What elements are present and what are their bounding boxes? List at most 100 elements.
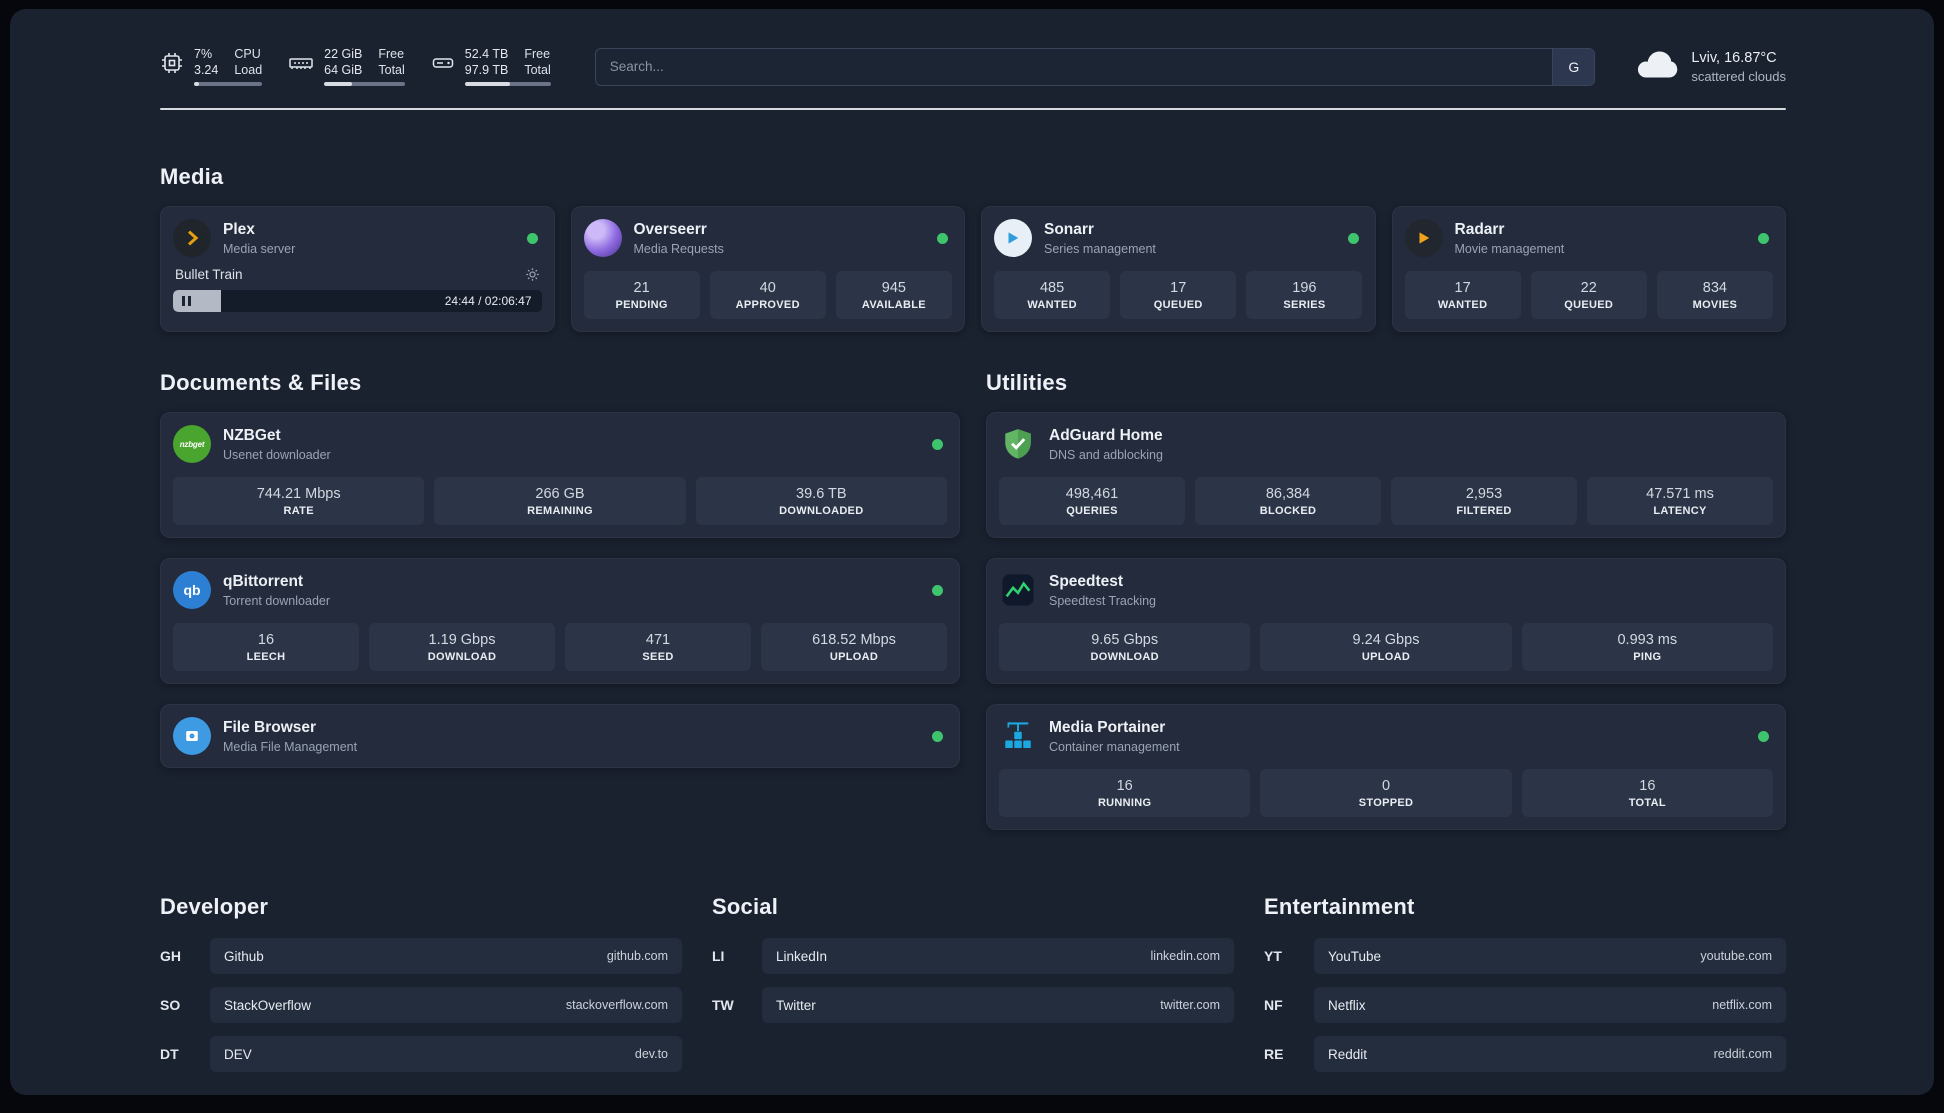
nzbget-icon: nzbget xyxy=(173,425,211,463)
qbittorrent-icon-text: qb xyxy=(183,582,201,598)
stat-label: WANTED xyxy=(1027,298,1077,311)
app-name: NZBGet xyxy=(223,426,281,444)
bookmark: SO StackOverflow stackoverflow.com xyxy=(160,987,682,1023)
bookmark-link-reddit[interactable]: Reddit reddit.com xyxy=(1314,1036,1786,1072)
stat-tile: 485 WANTED xyxy=(994,271,1111,319)
stat-tile: 498,461 QUERIES xyxy=(999,477,1185,525)
weather-widget: Lviv, 16.87°C scattered clouds xyxy=(1635,49,1786,84)
stat-value: 16 xyxy=(1116,777,1133,794)
cpu-percent: 7% xyxy=(194,47,213,61)
app-subtitle: Usenet downloader xyxy=(223,447,331,462)
bookmark-name: DEV xyxy=(224,1046,252,1062)
gear-icon[interactable] xyxy=(525,267,540,282)
stat-label: UPLOAD xyxy=(1361,650,1411,663)
stat-value: 86,384 xyxy=(1265,485,1311,502)
adguard-card[interactable]: AdGuard Home DNS and adblocking 498,461 … xyxy=(986,412,1786,538)
ram-total-value: 64 GiB xyxy=(324,63,363,77)
bookmark: NF Netflix netflix.com xyxy=(1264,987,1786,1023)
stat-label: LEECH xyxy=(246,650,286,663)
overseerr-card[interactable]: Overseerr Media Requests 21 PENDING 40 A… xyxy=(570,206,965,332)
app-name: Plex xyxy=(223,220,255,238)
top-bar: 7% CPU 3.24 Load 22 GiB Free 64 GiB Tota… xyxy=(160,47,1786,86)
bookmark-url: reddit.com xyxy=(1713,1047,1772,1061)
stat-label: QUERIES xyxy=(1066,504,1118,517)
bookmark-link-linkedin[interactable]: LinkedIn linkedin.com xyxy=(762,938,1234,974)
stat-value: 196 xyxy=(1292,279,1317,296)
bookmark-link-youtube[interactable]: YouTube youtube.com xyxy=(1314,938,1786,974)
ram-icon xyxy=(288,51,314,80)
bookmark-abbr: NF xyxy=(1264,997,1283,1013)
plex-card[interactable]: Plex Media server Bullet Train 24:44 / 0… xyxy=(160,206,555,332)
app-name: AdGuard Home xyxy=(1049,426,1163,444)
cpu-widget: 7% CPU 3.24 Load xyxy=(160,47,263,86)
qbittorrent-icon: qb xyxy=(173,571,211,609)
search-bar: G xyxy=(594,47,1596,86)
section-title-entertainment: Entertainment xyxy=(1264,894,1415,919)
stat-label: DOWNLOADED xyxy=(779,504,864,517)
pause-icon[interactable] xyxy=(182,290,191,312)
stat-label: RATE xyxy=(283,504,314,517)
playback-progress-bar[interactable]: 24:44 / 02:06:47 xyxy=(173,290,542,312)
bookmark-link-netflix[interactable]: Netflix netflix.com xyxy=(1314,987,1786,1023)
speedtest-card[interactable]: Speedtest Speedtest Tracking 9.65 Gbps D… xyxy=(986,558,1786,684)
cpu-progress-bar xyxy=(194,82,263,86)
stat-label: TOTAL xyxy=(1628,796,1666,809)
app-name: Overseerr xyxy=(633,220,707,238)
stat-value: 22 xyxy=(1580,279,1597,296)
stat-value: 16 xyxy=(257,631,275,648)
sonarr-card[interactable]: Sonarr Series management 485 WANTED 17 Q… xyxy=(981,206,1376,332)
section-title-developer: Developer xyxy=(160,894,269,919)
bookmark-url: github.com xyxy=(606,949,668,963)
status-dot xyxy=(1347,232,1359,244)
app-subtitle: Speedtest Tracking xyxy=(1049,593,1157,608)
stat-label: PING xyxy=(1633,650,1662,663)
bookmark-name: Twitter xyxy=(776,997,816,1013)
qbittorrent-card[interactable]: qb qBittorrent Torrent downloader 16 LEE… xyxy=(160,558,960,684)
nzbget-card[interactable]: nzbget NZBGet Usenet downloader 744.21 M… xyxy=(160,412,960,538)
search-input[interactable] xyxy=(594,47,1596,86)
now-playing-title: Bullet Train xyxy=(175,267,243,282)
bookmark-abbr: SO xyxy=(160,997,181,1013)
stat-tile: 2,953 FILTERED xyxy=(1391,477,1577,525)
stat-value: 21 xyxy=(633,279,650,296)
app-subtitle: Media File Management xyxy=(223,739,358,754)
stat-value: 266 GB xyxy=(535,485,585,502)
filebrowser-card[interactable]: File Browser Media File Management xyxy=(160,704,960,768)
cpu-icon xyxy=(160,51,184,80)
stat-tile: 17 QUEUED xyxy=(1120,271,1237,319)
bookmark-link-twitter[interactable]: Twitter twitter.com xyxy=(762,987,1234,1023)
stat-tile: 16 LEECH xyxy=(173,623,359,671)
stat-tile: 16 TOTAL xyxy=(1521,769,1773,817)
playback-time: 24:44 / 02:06:47 xyxy=(444,294,532,308)
ram-widget: 22 GiB Free 64 GiB Total xyxy=(288,47,405,86)
cpu-load-value: 3.24 xyxy=(194,63,219,77)
disk-total-label: Total xyxy=(524,63,551,77)
stat-value: 47.571 ms xyxy=(1646,485,1714,502)
stat-label: PENDING xyxy=(615,298,668,311)
portainer-card[interactable]: Media Portainer Container management 16 … xyxy=(986,704,1786,830)
stat-label: MOVIES xyxy=(1692,298,1738,311)
bookmark-link-stackoverflow[interactable]: StackOverflow stackoverflow.com xyxy=(210,987,682,1023)
weather-condition: scattered clouds xyxy=(1691,68,1786,84)
disk-progress-bar xyxy=(464,82,551,86)
stat-value: 0.993 ms xyxy=(1617,631,1678,648)
status-dot xyxy=(526,232,538,244)
adguard-shield-icon xyxy=(999,425,1037,463)
stat-label: APPROVED xyxy=(735,298,800,311)
bookmark-link-github[interactable]: Github github.com xyxy=(210,938,682,974)
stat-label: WANTED xyxy=(1437,298,1488,311)
search-engine-button[interactable]: G xyxy=(1552,48,1595,85)
section-title-utilities: Utilities xyxy=(986,370,1068,395)
app-subtitle: Series management xyxy=(1044,241,1156,256)
bookmark: DT DEV dev.to xyxy=(160,1036,682,1072)
radarr-card[interactable]: Radarr Movie management 17 WANTED 22 QUE… xyxy=(1391,206,1786,332)
stat-tile: 945 AVAILABLE xyxy=(835,271,952,319)
stat-value: 39.6 TB xyxy=(796,485,847,502)
stat-label: DOWNLOAD xyxy=(1090,650,1159,663)
stat-label: SERIES xyxy=(1283,298,1326,311)
bookmark-link-dev[interactable]: DEV dev.to xyxy=(210,1036,682,1072)
status-dot xyxy=(937,232,948,244)
section-title-social: Social xyxy=(712,894,779,919)
disk-widget: 52.4 TB Free 97.9 TB Total xyxy=(431,47,551,86)
stat-label: QUEUED xyxy=(1153,298,1203,311)
